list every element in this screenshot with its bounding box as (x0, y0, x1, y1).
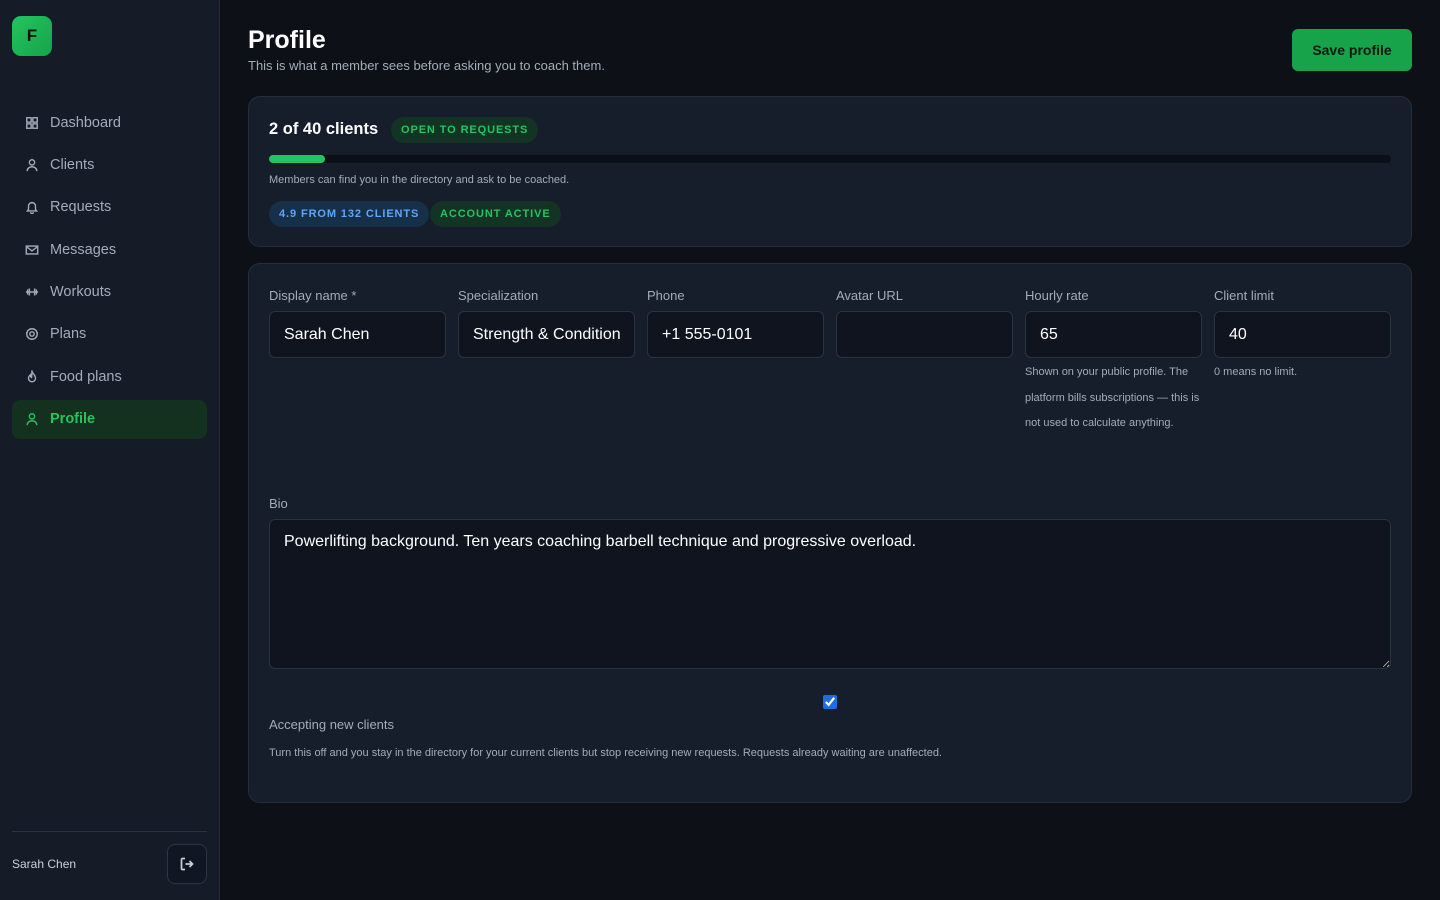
sidebar-item-messages[interactable]: Messages (12, 230, 207, 269)
sidebar-item-food-plans[interactable]: Food plans (12, 357, 207, 396)
rating-badge: 4.9 FROM 132 CLIENTS (269, 201, 430, 227)
sidebar-item-label: Messages (50, 241, 117, 258)
display-name-label: Display name * (269, 288, 357, 303)
sidebar-item-label: Requests (50, 199, 112, 216)
sidebar-item-label: Food plans (50, 368, 122, 385)
page-subtitle: This is what a member sees before asking… (248, 58, 605, 73)
client-status-card: 2 of 40 clients OPEN TO REQUESTS Members… (248, 96, 1412, 247)
sidebar-item-label: Plans (50, 326, 87, 343)
sidebar-item-plans[interactable]: Plans (12, 315, 207, 354)
sidebar-item-label: Workouts (50, 284, 111, 301)
phone-input[interactable] (647, 311, 824, 358)
sidebar-item-requests[interactable]: Requests (12, 188, 207, 227)
user-icon (25, 158, 39, 172)
avatar-url-input[interactable] (836, 311, 1013, 358)
client-capacity-progress (269, 155, 1391, 163)
user-icon (25, 412, 39, 426)
sidebar-item-clients[interactable]: Clients (12, 145, 207, 184)
page-title: Profile (248, 26, 326, 54)
bell-icon (25, 200, 39, 215)
client-limit-input[interactable] (1214, 311, 1391, 358)
open-to-requests-badge: OPEN TO REQUESTS (391, 117, 539, 143)
sidebar-item-label: Dashboard (50, 114, 121, 131)
flame-icon (25, 369, 39, 384)
grid-icon (25, 116, 39, 130)
accepting-new-clients-help: Turn this off and you stay in the direct… (269, 747, 942, 759)
target-icon (25, 327, 39, 341)
account-active-badge: ACCOUNT ACTIVE (430, 201, 561, 227)
display-name-input[interactable] (269, 311, 446, 358)
client-limit-help: 0 means no limit. (1214, 366, 1298, 378)
sidebar-item-label: Clients (50, 156, 95, 173)
logout-icon (179, 856, 195, 872)
save-profile-button[interactable]: Save profile (1292, 29, 1412, 71)
sidebar: F Dashboard Clients Requests Messages Wo… (0, 0, 220, 900)
phone-label: Phone (647, 288, 685, 303)
logout-button[interactable] (167, 844, 207, 884)
sidebar-item-profile[interactable]: Profile (12, 399, 207, 439)
sidebar-item-dashboard[interactable]: Dashboard (12, 103, 207, 142)
hourly-rate-label: Hourly rate (1025, 288, 1089, 303)
sidebar-item-label: Profile (50, 411, 96, 428)
clients-count: 2 of 40 clients (269, 120, 379, 138)
user-name: Sarah Chen (12, 857, 77, 871)
sidebar-item-workouts[interactable]: Workouts (12, 273, 207, 312)
sidebar-footer: Sarah Chen (12, 831, 207, 891)
directory-note: Members can find you in the directory an… (269, 174, 570, 186)
client-limit-label: Client limit (1214, 288, 1274, 303)
bio-textarea[interactable]: Powerlifting background. Ten years coach… (269, 519, 1391, 669)
client-capacity-progress-fill (269, 155, 326, 163)
specialization-label: Specialization (458, 288, 539, 303)
hourly-rate-input[interactable] (1025, 311, 1202, 358)
app-logo[interactable]: F (12, 16, 52, 56)
sidebar-nav: Dashboard Clients Requests Messages Work… (12, 103, 207, 442)
specialization-input[interactable] (458, 311, 635, 358)
accepting-new-clients-checkbox[interactable] (823, 695, 837, 709)
accepting-new-clients-label: Accepting new clients (269, 717, 395, 732)
profile-form-card: Display name * Specialization Phone Avat… (248, 263, 1412, 803)
dumbbell-icon (25, 285, 39, 299)
bio-label: Bio (269, 496, 288, 511)
mail-icon (25, 243, 39, 257)
avatar-url-label: Avatar URL (836, 288, 903, 303)
hourly-rate-help: Shown on your public profile. The platfo… (1025, 366, 1200, 429)
